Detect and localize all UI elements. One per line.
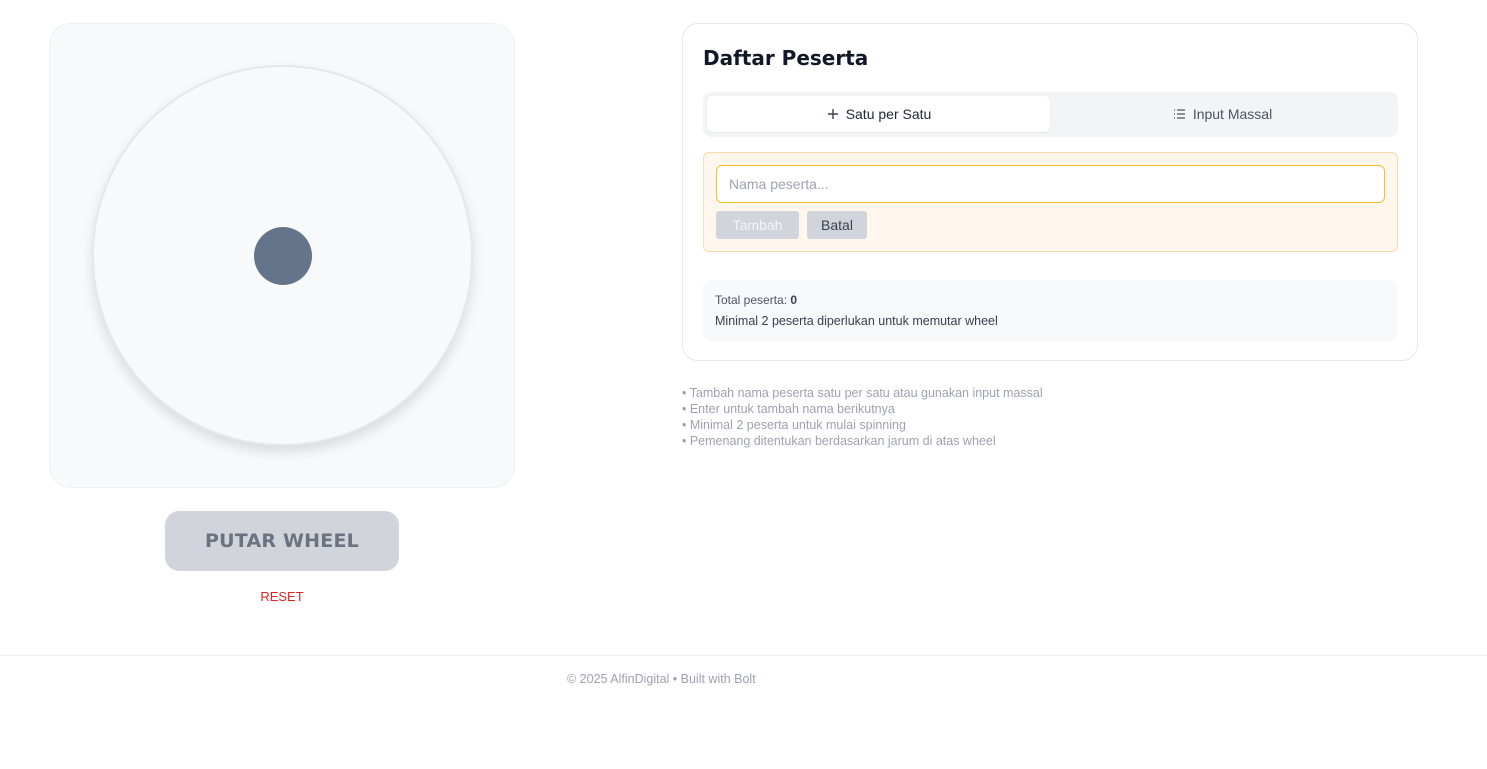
footer-text: © 2025 AlfinDigital • Built with Bolt (567, 672, 756, 686)
wheel-hub (254, 227, 312, 285)
total-label: Total peserta: (715, 293, 788, 307)
list-icon (1173, 107, 1187, 121)
participant-name-input[interactable] (716, 165, 1385, 203)
cancel-button[interactable]: Batal (807, 211, 867, 239)
total-participants: Total peserta: 0 (715, 291, 1386, 309)
footer-divider (0, 655, 1487, 656)
tab-bulk-input[interactable]: Input Massal (1051, 96, 1394, 132)
reset-button[interactable]: RESET (165, 589, 399, 604)
add-participant-form: Tambah Batal (703, 152, 1398, 252)
minimum-notice: Minimal 2 peserta diperlukan untuk memut… (715, 314, 998, 328)
tab-label: Satu per Satu (845, 106, 932, 122)
tip-item: • Enter untuk tambah nama berikutnya (682, 402, 895, 416)
wheel (92, 65, 473, 446)
participants-card: Daftar Peserta Satu per Satu Input Massa… (682, 23, 1418, 361)
input-mode-tabs: Satu per Satu Input Massal (703, 92, 1398, 137)
tip-item: • Tambah nama peserta satu per satu atau… (682, 386, 1043, 400)
spin-wheel-button[interactable]: PUTAR WHEEL (165, 511, 399, 571)
tip-item: • Minimal 2 peserta untuk mulai spinning (682, 418, 906, 432)
tip-item: • Pemenang ditentukan berdasarkan jarum … (682, 434, 996, 448)
tips-list: • Tambah nama peserta satu per satu atau… (682, 385, 1382, 449)
add-button[interactable]: Tambah (716, 211, 799, 239)
plus-icon (826, 107, 840, 121)
tab-one-by-one[interactable]: Satu per Satu (707, 96, 1050, 132)
total-count: 0 (790, 293, 798, 307)
participant-stats: Total peserta: 0 Minimal 2 peserta diper… (703, 280, 1398, 341)
card-title: Daftar Peserta (703, 46, 869, 70)
wheel-panel (49, 23, 515, 488)
tab-label: Input Massal (1192, 106, 1273, 122)
